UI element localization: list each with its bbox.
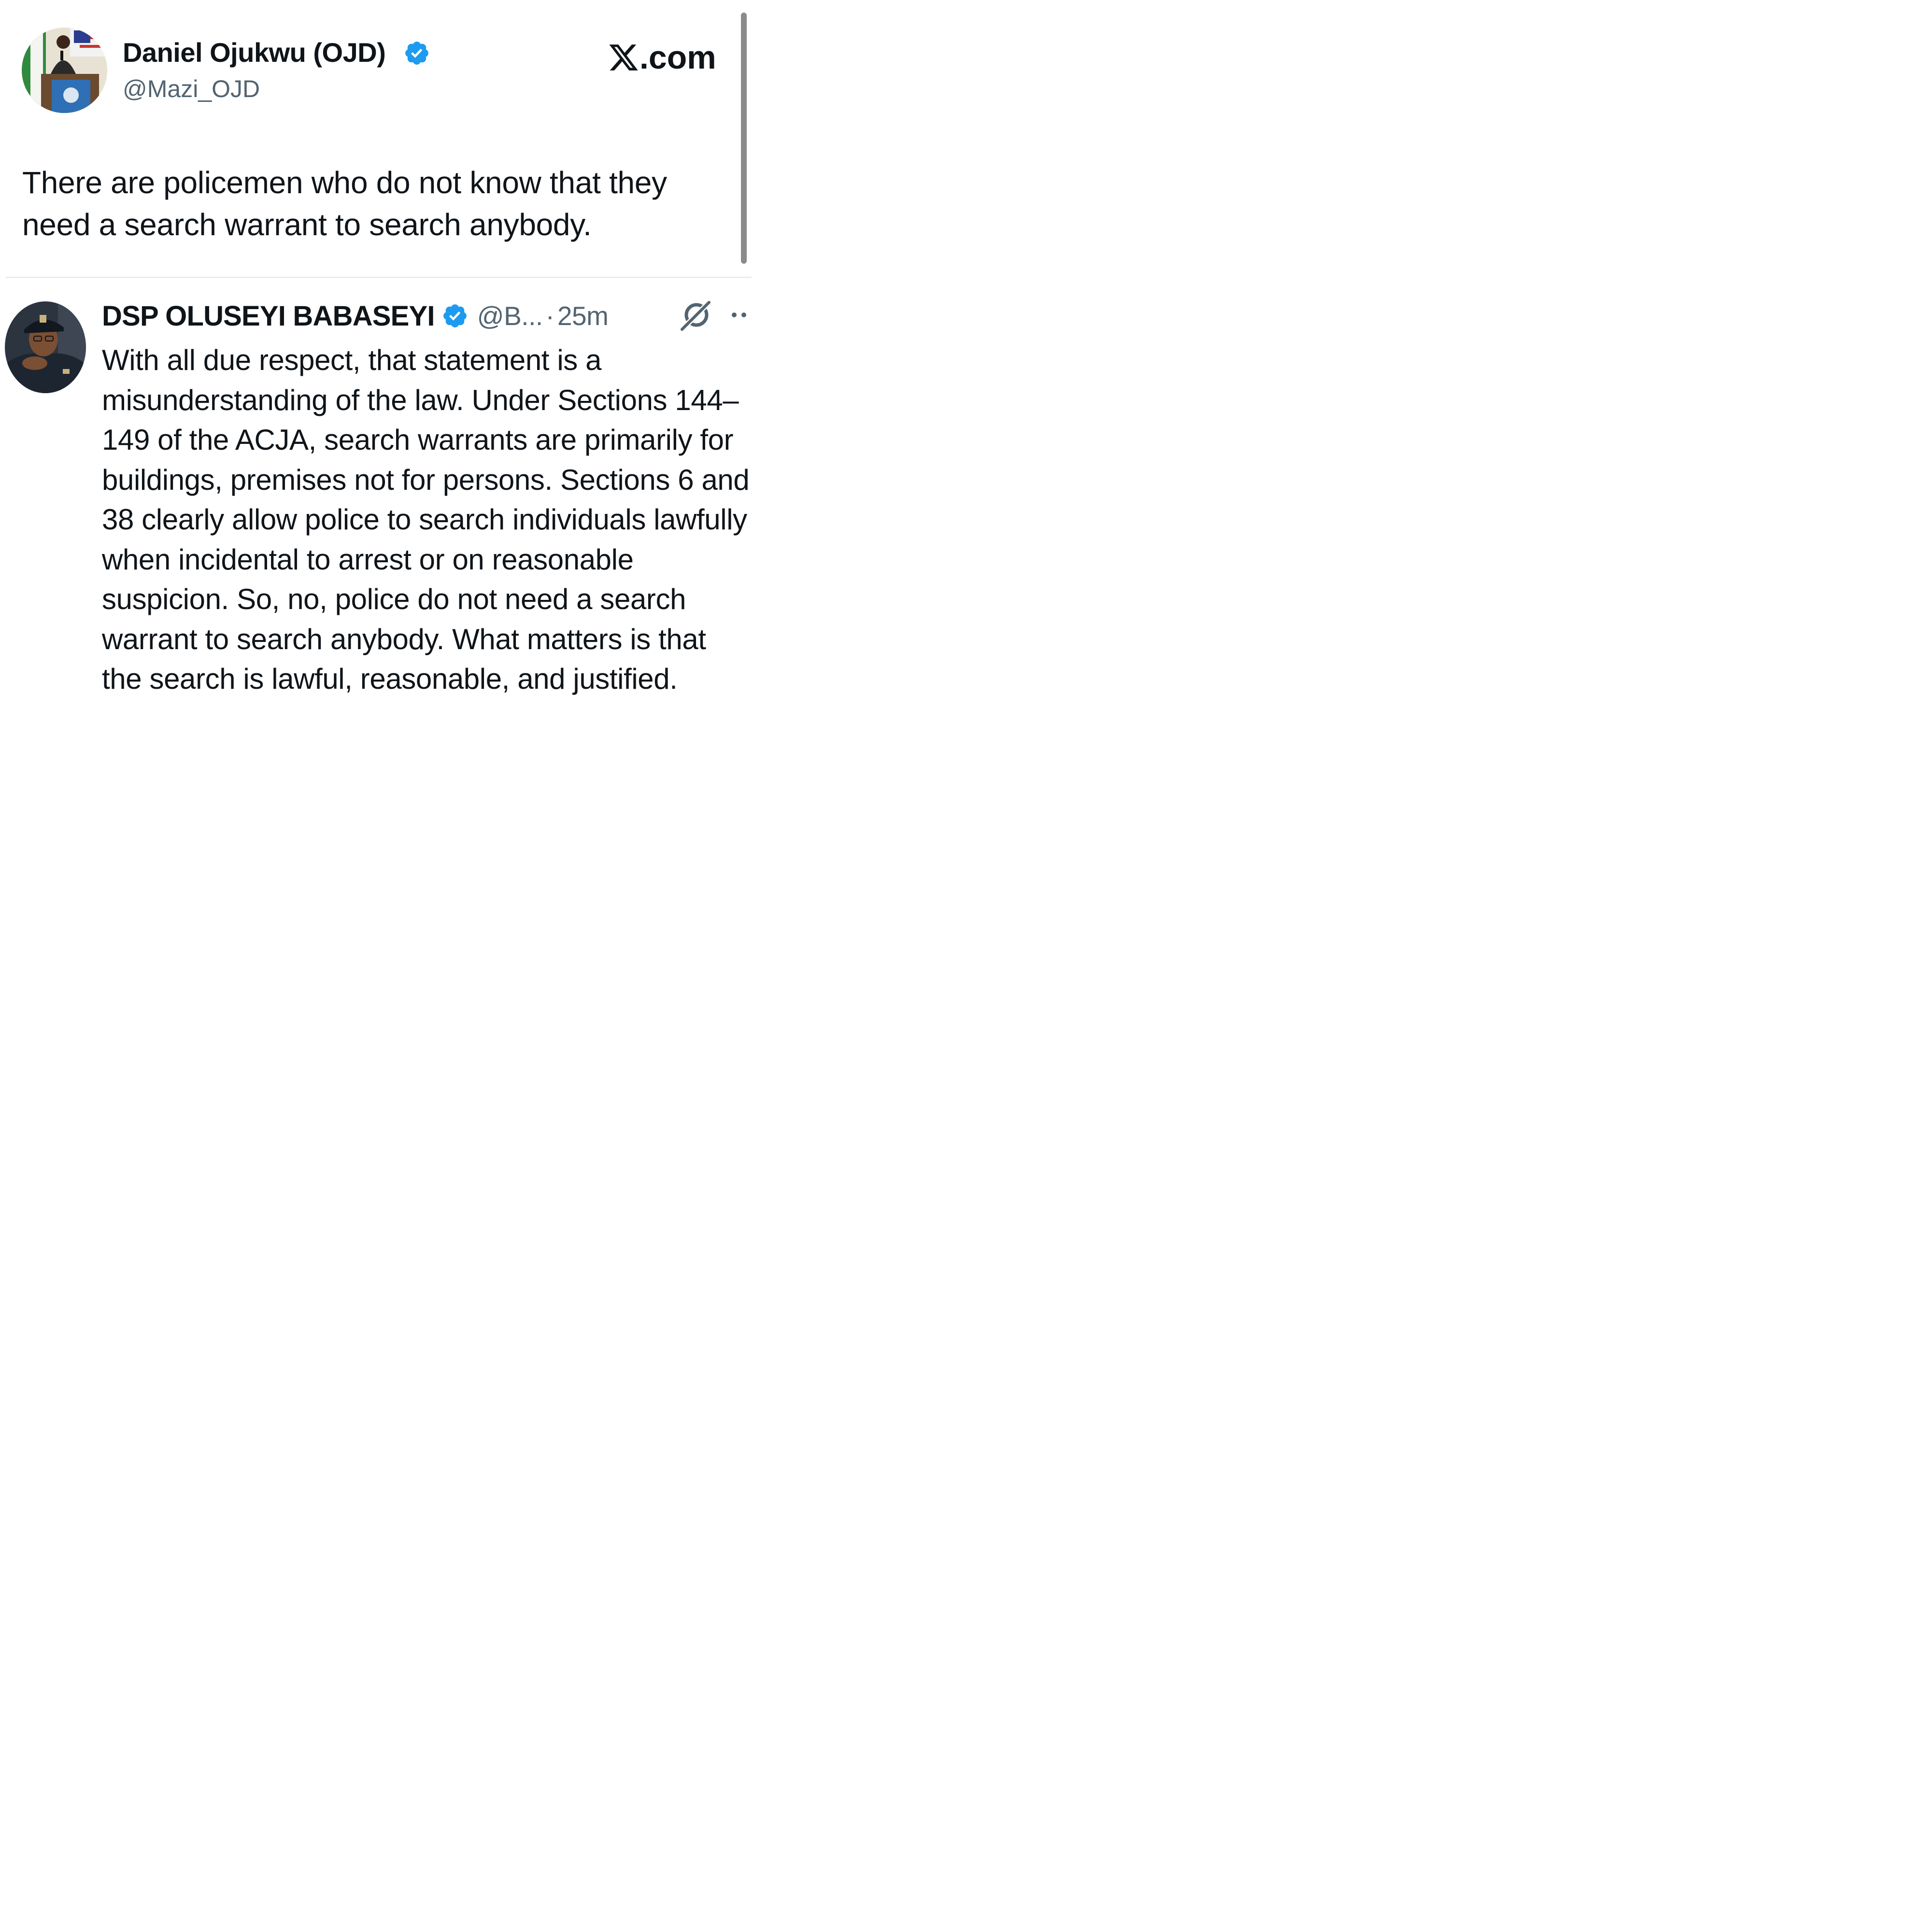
- avatar-photo: [22, 28, 107, 113]
- author-avatar[interactable]: [22, 28, 107, 113]
- avatar-photo: [5, 301, 86, 393]
- reply-tweet-text: With all due respect, that statement is …: [102, 344, 750, 695]
- reply-author-handle[interactable]: @B...: [477, 300, 543, 331]
- scrollbar[interactable]: [741, 13, 747, 264]
- author-handle[interactable]: @Mazi_OJD: [123, 74, 260, 103]
- tweet-text: There are policemen who do not know that…: [22, 165, 667, 242]
- brand-watermark: .com: [608, 36, 724, 79]
- reply-timestamp[interactable]: 25m: [557, 300, 609, 331]
- reply-author-display-name[interactable]: DSP OLUSEYI BABASEYI: [102, 300, 435, 332]
- x-logo-icon: [609, 44, 638, 71]
- separator-dot: ·: [545, 301, 554, 331]
- reply-author-avatar[interactable]: [5, 301, 86, 393]
- brand-domain-text: .com: [639, 39, 716, 76]
- author-display-name[interactable]: Daniel Ojukwu (OJD): [123, 37, 386, 69]
- verified-badge-icon: [443, 304, 467, 327]
- grok-icon[interactable]: [679, 298, 713, 332]
- verified-badge-icon: [405, 42, 428, 65]
- divider: [6, 277, 752, 278]
- reply-header: DSP OLUSEYI BABASEYI @B... · 25m: [102, 298, 609, 334]
- more-icon[interactable]: [730, 309, 750, 321]
